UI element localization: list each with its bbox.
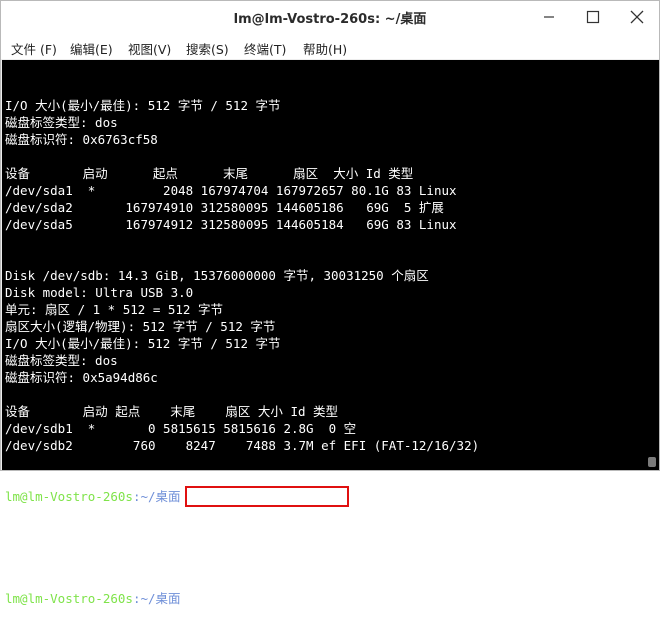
- vertical-scrollbar[interactable]: [646, 60, 659, 470]
- terminal-line: /dev/sdb2 760 8247 7488 3.7M ef EFI (FAT…: [5, 438, 480, 453]
- prompt-path: :~/桌面: [132, 591, 181, 606]
- menu-view[interactable]: 视图(V): [128, 39, 171, 58]
- terminal-line: 扇区大小(逻辑/物理): 512 字节 / 512 字节: [5, 319, 276, 334]
- prompt-user: lm@lm-Vostro-260s: [5, 489, 133, 504]
- window-title: lm@lm-Vostro-260s: ~/桌面: [233, 12, 427, 27]
- output-history: I/O 大小(最小/最佳): 512 字节 / 512 字节 磁盘标签类型: do…: [5, 97, 479, 454]
- prompt-path: :~/桌面: [132, 489, 181, 504]
- highlighted-command: sudo umount /dev/sdb: [185, 486, 350, 507]
- terminal-line: 设备 启动 起点 末尾 扇区 大小 Id 类型: [5, 166, 414, 181]
- terminal-line: Disk model: Ultra USB 3.0: [5, 285, 194, 300]
- terminal-line: 磁盘标识符: 0x5a94d86c: [5, 370, 158, 385]
- menu-file[interactable]: 文件 (F): [11, 39, 57, 58]
- terminal-output-area[interactable]: I/O 大小(最小/最佳): 512 字节 / 512 字节 磁盘标签类型: do…: [2, 60, 646, 606]
- terminal-text: I/O 大小(最小/最佳): 512 字节 / 512 字节 磁盘标签类型: do…: [2, 63, 479, 641]
- menu-search[interactable]: 搜索(S): [186, 39, 229, 58]
- terminal-line: 磁盘标识符: 0x6763cf58: [5, 132, 158, 147]
- terminal-line: 磁盘标签类型: dos: [5, 353, 118, 368]
- menu-terminal[interactable]: 终端(T): [244, 39, 286, 58]
- terminal-line: /dev/sda2 167974910 312580095 144605186 …: [5, 200, 444, 215]
- menu-bar: 文件 (F) 编辑(E) 视图(V) 搜索(S) 终端(T) 帮助(H): [1, 33, 659, 59]
- title-bar[interactable]: lm@lm-Vostro-260s: ~/桌面: [1, 1, 659, 33]
- minimize-icon[interactable]: [539, 7, 559, 27]
- terminal-line: /dev/sdb1 * 0 5815615 5815616 2.8G 0 空: [5, 421, 357, 436]
- menu-help[interactable]: 帮助(H): [303, 39, 347, 58]
- terminal-line: /dev/sda5 167974912 312580095 144605184 …: [5, 217, 457, 232]
- command-line: lm@lm-Vostro-260s:~/桌面$ sudo umount /dev…: [5, 486, 479, 507]
- close-icon[interactable]: [627, 7, 647, 27]
- prompt-user: lm@lm-Vostro-260s: [5, 591, 133, 606]
- scrollbar-thumb[interactable]: [648, 457, 656, 467]
- prompt-symbol: $: [180, 489, 189, 504]
- terminal-line: 磁盘标签类型: dos: [5, 115, 118, 130]
- terminal-line: 单元: 扇区 / 1 * 512 = 512 字节: [5, 302, 223, 317]
- terminal-line: 设备 启动 起点 末尾 扇区 大小 Id 类型: [5, 404, 339, 419]
- command-output: umount: /dev/sdb: not mounted.: [5, 540, 231, 555]
- terminal-line: I/O 大小(最小/最佳): 512 字节 / 512 字节: [5, 98, 281, 113]
- terminal-window: lm@lm-Vostro-260s: ~/桌面 文件 (F) 编辑(E) 视图(…: [0, 0, 660, 606]
- maximize-icon[interactable]: [583, 7, 603, 27]
- terminal-line: /dev/sda1 * 2048 167974704 167972657 80.…: [5, 183, 457, 198]
- current-prompt-line[interactable]: lm@lm-Vostro-260s:~/桌面$: [5, 590, 479, 607]
- prompt-symbol: $: [180, 591, 189, 606]
- terminal-line: I/O 大小(最小/最佳): 512 字节 / 512 字节: [5, 336, 281, 351]
- menu-edit[interactable]: 编辑(E): [70, 39, 113, 58]
- terminal-line: Disk /dev/sdb: 14.3 GiB, 15376000000 字节,…: [5, 268, 429, 283]
